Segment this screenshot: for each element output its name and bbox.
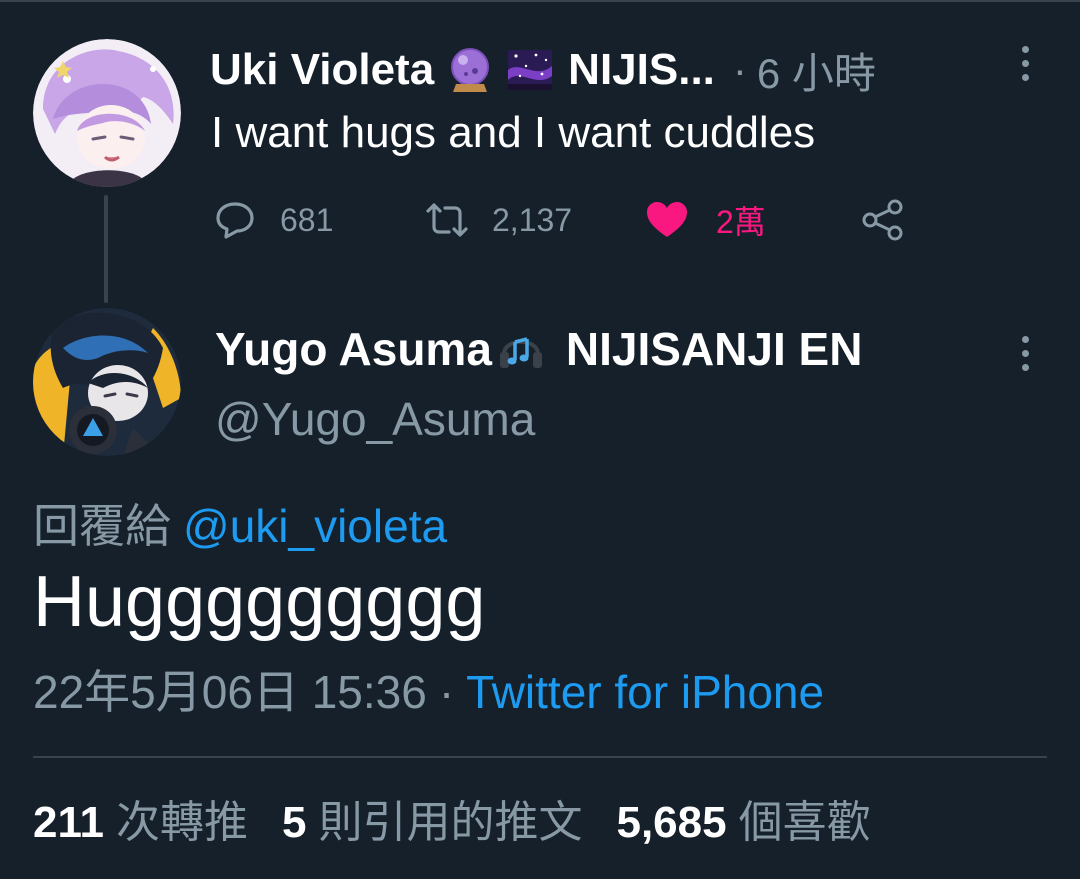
thread-connector-line [104,195,108,303]
like-count: 2萬 [716,204,766,240]
night-sky-icon [506,46,554,94]
reply-to-line: 回覆給 @uki_violeta [33,490,447,556]
retweet-count: 2,137 [492,201,573,238]
timestamp-separator: · [438,666,455,718]
stats-divider [33,756,1047,758]
parent-tweet-text: I want hugs and I want cuddles [211,108,816,157]
reply-icon [216,202,254,239]
retweets-stat[interactable]: 211 次轉推 [33,786,248,850]
likes-count: 5,685 [616,798,727,847]
quotes-stat[interactable]: 5 則引用的推文 [282,786,582,850]
tweet-stats: 211 次轉推 5 則引用的推文 5,685 個喜歡 [33,788,871,848]
display-name-suffix[interactable]: NIJISANJI EN [566,322,863,376]
reply-count: 681 [280,201,334,238]
more-options-icon[interactable] [1010,38,1040,88]
reply-to-handle-link[interactable]: @uki_violeta [183,500,447,552]
share-button[interactable] [860,194,906,246]
quotes-count: 5 [281,798,307,847]
avatar-uki-violeta[interactable] [33,39,181,187]
retweet-button[interactable]: 2,137 [424,194,572,246]
heart-filled-icon [647,202,687,237]
top-divider [0,0,1080,2]
tweet-timestamp-row: 22年5月06日 15:36 · Twitter for iPhone [33,662,824,722]
parent-tweet-actions: 681 2,137 2萬 [212,194,932,246]
display-name[interactable]: Uki Violeta [210,45,434,95]
quotes-label: 則引用的推文 [318,798,583,847]
parent-tweet-header: Uki Violeta NIJIS... · 6 小時 [210,38,876,102]
crystal-ball-icon [446,46,494,94]
likes-stat[interactable]: 5,685 個喜歡 [616,786,870,850]
display-name-suffix[interactable]: NIJIS... [568,45,715,95]
avatar-image [33,39,181,187]
display-name[interactable]: Yugo Asuma [215,322,492,376]
reply-to-label: 回覆給 [33,500,171,552]
more-options-icon[interactable] [1010,328,1040,378]
headphone-icon [496,324,546,374]
like-button[interactable]: 2萬 [644,194,766,246]
share-icon [862,199,903,241]
likes-label: 個喜歡 [738,798,871,847]
avatar-yugo-asuma[interactable] [33,308,181,456]
tweet-timestamp[interactable]: 22年5月06日 15:36 [33,666,427,718]
tweet-source-link[interactable]: Twitter for iPhone [466,666,824,718]
user-handle[interactable]: @Yugo_Asuma [215,392,535,446]
retweet-icon [426,203,468,237]
retweets-count: 211 [33,798,104,847]
reply-tweet-text: Huggggggggg [33,562,486,642]
reply-tweet-header: Yugo Asuma NIJISANJI EN [215,318,862,380]
tweet-time-ago[interactable]: 6 小時 [757,40,876,101]
avatar-image [33,308,181,456]
reply-button[interactable]: 681 [212,194,333,246]
meta-separator: · [732,46,747,93]
retweets-label: 次轉推 [115,798,248,847]
